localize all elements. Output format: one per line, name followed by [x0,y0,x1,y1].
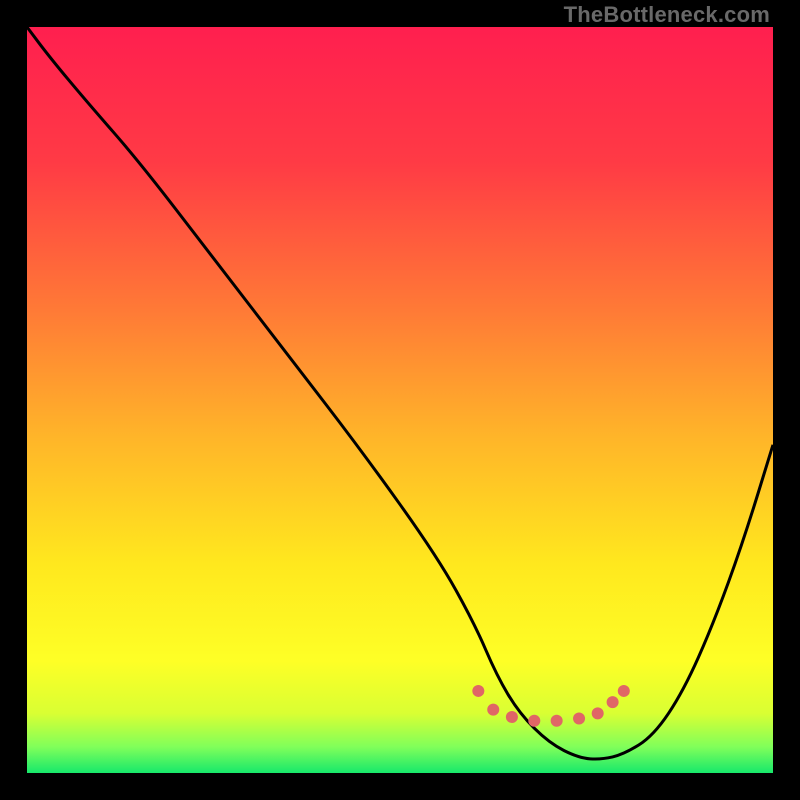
trough-marker [528,715,540,727]
trough-marker [551,715,563,727]
trough-marker [506,711,518,723]
trough-marker [607,696,619,708]
trough-marker [472,685,484,697]
trough-marker [592,707,604,719]
watermark-text: TheBottleneck.com [564,2,770,28]
chart-frame: TheBottleneck.com [0,0,800,800]
bottleneck-curve [27,27,773,759]
trough-marker [618,685,630,697]
curve-overlay [0,0,800,800]
trough-marker [573,713,585,725]
trough-marker [487,704,499,716]
